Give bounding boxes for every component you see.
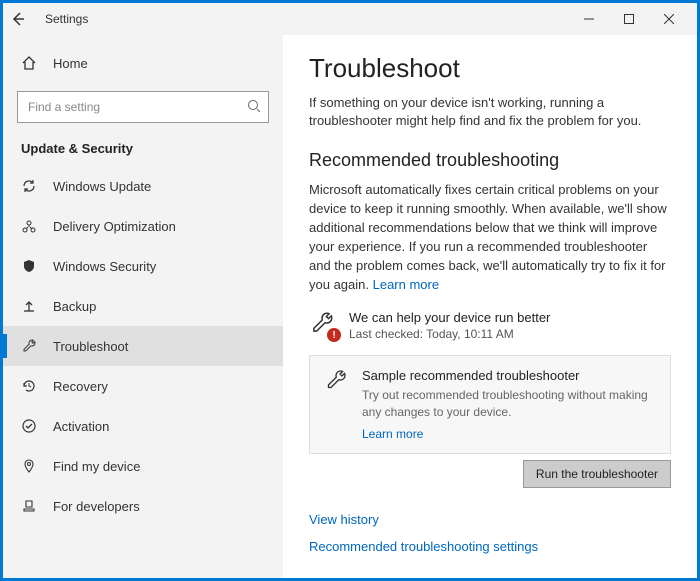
sidebar-item-windows-security[interactable]: Windows Security: [3, 246, 283, 286]
close-icon: [664, 14, 674, 24]
sidebar-item-label: Windows Security: [53, 259, 156, 274]
page-title: Troubleshoot: [309, 53, 671, 84]
close-button[interactable]: [649, 5, 689, 33]
wrench-icon: [324, 368, 348, 441]
sample-text: Sample recommended troubleshooter Try ou…: [362, 368, 656, 441]
recommended-settings-link[interactable]: Recommended troubleshooting settings: [309, 533, 671, 560]
maximize-button[interactable]: [609, 5, 649, 33]
run-row: Run the troubleshooter: [309, 460, 671, 488]
delivery-icon: [21, 218, 37, 234]
sidebar-item-windows-update[interactable]: Windows Update: [3, 166, 283, 206]
run-troubleshooter-button[interactable]: Run the troubleshooter: [523, 460, 671, 488]
titlebar: Settings: [3, 3, 697, 35]
check-circle-icon: [21, 418, 37, 434]
help-line1: We can help your device run better: [349, 310, 550, 325]
shield-icon: [21, 258, 37, 274]
location-icon: [21, 458, 37, 474]
back-arrow-icon: [11, 12, 25, 26]
sidebar: Home Update & Security Windows Update De…: [3, 35, 283, 578]
home-icon: [21, 55, 37, 71]
recommended-text-body: Microsoft automatically fixes certain cr…: [309, 182, 667, 291]
recommended-heading: Recommended troubleshooting: [309, 150, 671, 171]
sample-learn-more-link[interactable]: Learn more: [362, 427, 656, 441]
sample-title: Sample recommended troubleshooter: [362, 368, 656, 383]
wrench-status-icon: !: [309, 310, 335, 336]
sidebar-item-for-developers[interactable]: For developers: [3, 486, 283, 526]
sidebar-item-activation[interactable]: Activation: [3, 406, 283, 446]
developer-icon: [21, 498, 37, 514]
sample-description: Try out recommended troubleshooting with…: [362, 387, 656, 421]
learn-more-link[interactable]: Learn more: [373, 277, 439, 292]
sidebar-item-label: Backup: [53, 299, 96, 314]
sidebar-item-troubleshoot[interactable]: Troubleshoot: [3, 326, 283, 366]
recommended-text: Microsoft automatically fixes certain cr…: [309, 181, 671, 294]
help-line2: Last checked: Today, 10:11 AM: [349, 327, 550, 341]
home-label: Home: [53, 56, 88, 71]
backup-icon: [21, 298, 37, 314]
help-status-row: ! We can help your device run better Las…: [309, 310, 671, 341]
history-icon: [21, 378, 37, 394]
content-area: Troubleshoot If something on your device…: [283, 35, 697, 578]
search-box: [17, 91, 269, 123]
body: Home Update & Security Windows Update De…: [3, 35, 697, 578]
sidebar-item-label: Windows Update: [53, 179, 151, 194]
sidebar-item-recovery[interactable]: Recovery: [3, 366, 283, 406]
sidebar-item-label: Troubleshoot: [53, 339, 128, 354]
search-icon: [247, 99, 261, 113]
category-header: Update & Security: [3, 129, 283, 166]
search-input[interactable]: [17, 91, 269, 123]
back-button[interactable]: [11, 12, 35, 26]
sidebar-item-backup[interactable]: Backup: [3, 286, 283, 326]
intro-text: If something on your device isn't workin…: [309, 94, 671, 130]
sidebar-item-label: For developers: [53, 499, 140, 514]
wrench-icon: [21, 338, 37, 354]
window-controls: [569, 5, 689, 33]
minimize-button[interactable]: [569, 5, 609, 33]
sidebar-item-find-my-device[interactable]: Find my device: [3, 446, 283, 486]
sync-icon: [21, 178, 37, 194]
sidebar-item-label: Delivery Optimization: [53, 219, 176, 234]
alert-badge-icon: !: [327, 328, 341, 342]
home-nav[interactable]: Home: [3, 45, 283, 81]
window-title: Settings: [45, 12, 569, 26]
minimize-icon: [584, 14, 594, 24]
sidebar-item-label: Activation: [53, 419, 109, 434]
help-status-text: We can help your device run better Last …: [349, 310, 550, 341]
maximize-icon: [624, 14, 634, 24]
sidebar-item-delivery-optimization[interactable]: Delivery Optimization: [3, 206, 283, 246]
view-history-link[interactable]: View history: [309, 506, 671, 533]
sidebar-item-label: Recovery: [53, 379, 108, 394]
settings-window: Settings Home Update & Security: [0, 0, 700, 581]
sample-troubleshooter-card[interactable]: Sample recommended troubleshooter Try ou…: [309, 355, 671, 454]
sidebar-item-label: Find my device: [53, 459, 140, 474]
